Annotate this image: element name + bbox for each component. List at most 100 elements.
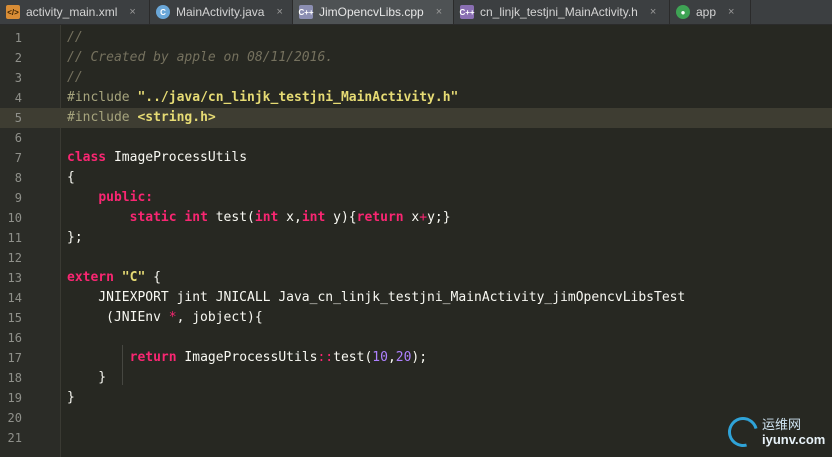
code-token: // [67,30,83,45]
code-token: test( [333,350,373,365]
code-text: #include <string.h> [67,108,216,128]
line-number: 18 [7,371,22,385]
tab-app[interactable]: ● app × [670,0,751,24]
code-text: JNIEXPORT jint JNICALL Java_cn_linjk_tes… [67,288,685,308]
code-text: } [67,388,75,408]
code-line[interactable]: 2 // Created by apple on 08/11/2016. [0,48,832,68]
code-line[interactable]: 13 extern "C" { [0,268,832,288]
code-line[interactable]: 19} [0,388,832,408]
code-token: y){ [325,210,357,225]
code-line[interactable]: 7 class ImageProcessUtils [0,148,832,168]
close-tab-icon[interactable]: × [436,6,442,18]
tab-label: MainActivity.java [176,5,265,19]
watermark-logo-icon [722,411,764,453]
code-line[interactable]: 14 JNIEXPORT jint JNICALL Java_cn_linjk_… [0,288,832,308]
code-token: (JNIEnv [67,310,169,325]
code-line[interactable]: 10 static int test(int x,int y){return x… [0,208,832,228]
code-text: // [67,68,83,88]
code-line[interactable]: 6 [0,128,832,148]
code-line[interactable]: 20 [0,408,832,428]
close-tab-icon[interactable]: × [276,6,282,18]
code-token: int [254,210,279,225]
line-number: 17 [7,351,22,365]
tab-label: JimOpencvLibs.cpp [319,5,424,19]
code-editor[interactable]: 1 // 2 // Created by apple on 08/11/2016. 3 /… [0,25,832,457]
line-number: 20 [7,411,22,425]
code-token: ImageProcessUtils [106,150,248,165]
tab-xml[interactable]: </> activity_main.xml × [0,0,150,24]
code-text: }; [67,228,83,248]
code-token: JNIEXPORT jint JNICALL Java_cn_linjk_tes… [67,290,686,305]
code-token: y;} [427,210,451,225]
code-token: x, [278,210,302,225]
close-tab-icon[interactable]: × [650,6,656,18]
tab-java[interactable]: C MainActivity.java × [150,0,293,24]
code-line[interactable]: 16 [0,328,832,348]
code-token: , jobject){ [176,310,263,325]
code-line[interactable]: 5 #include <string.h> [0,108,832,128]
code-token: * [168,310,177,325]
code-token: + [419,210,428,225]
code-line[interactable]: 11}; [0,228,832,248]
tab-label: cn_linjk_testjni_MainActivity.h [480,5,638,19]
code-text: #include "../java/cn_linjk_testjni_MainA… [67,88,458,108]
line-number: 14 [7,291,22,305]
header-file-icon: C++ [459,5,475,19]
code-line[interactable]: 3 // [0,68,832,88]
code-token: public: [98,190,154,205]
code-token: "C" [121,270,146,285]
code-text: public: [67,188,153,208]
tab-label: activity_main.xml [26,5,118,19]
code-text: { [67,168,75,188]
code-token: } [67,370,107,385]
code-token: :: [317,350,334,365]
code-line[interactable]: 1 // [0,28,832,48]
code-text: // [67,28,83,48]
line-number: 21 [7,431,22,445]
line-number: 2 [14,51,22,65]
site-watermark: 运维网 iyunv.com [722,409,828,455]
code-token: x [403,210,420,225]
line-number: 5 [14,111,22,125]
code-token: <string.h> [137,110,216,125]
code-line[interactable]: 17 return ImageProcessUtils::test(10,20)… [0,348,832,368]
code-token: return [356,210,404,225]
java-class-icon: C [156,5,170,19]
code-text: (JNIEnv *, jobject){ [67,308,263,328]
code-token: { [67,170,75,185]
line-number: 11 [7,231,22,245]
code-token: test( [207,210,255,225]
code-line[interactable]: 8{ [0,168,832,188]
code-line[interactable]: 18 } [0,368,832,388]
code-token: // Created by apple on 08/11/2016. [67,50,334,65]
code-token: } [67,390,75,405]
tab-h[interactable]: C++ cn_linjk_testjni_MainActivity.h × [454,0,670,24]
code-token: { [145,270,161,285]
code-token: #include [67,110,138,125]
line-number: 7 [14,151,22,165]
code-token: // [67,70,83,85]
code-token: }; [67,230,83,245]
tab-cpp[interactable]: C++ JimOpencvLibs.cpp × [293,0,454,24]
code-line[interactable]: 4 #include "../java/cn_linjk_testjni_Main… [0,88,832,108]
code-line[interactable]: 12 [0,248,832,268]
close-tab-icon[interactable]: × [129,6,135,18]
watermark-cn-text: 运维网 [762,417,802,432]
line-number: 12 [7,251,22,265]
code-line[interactable]: 9 public: [0,188,832,208]
line-number: 4 [14,91,22,105]
line-number: 1 [14,31,22,45]
line-number: 3 [14,71,22,85]
code-token: #include [67,90,138,105]
cpp-file-icon: C++ [298,5,314,19]
code-line[interactable]: 15 (JNIEnv *, jobject){ [0,308,832,328]
code-token: 20 [395,350,412,365]
code-token: , [387,350,396,365]
code-text: // Created by apple on 08/11/2016. [67,48,333,68]
close-tab-icon[interactable]: × [728,6,734,18]
code-line[interactable]: 21 [0,428,832,448]
watermark-url-text: iyunv.com [762,432,826,447]
